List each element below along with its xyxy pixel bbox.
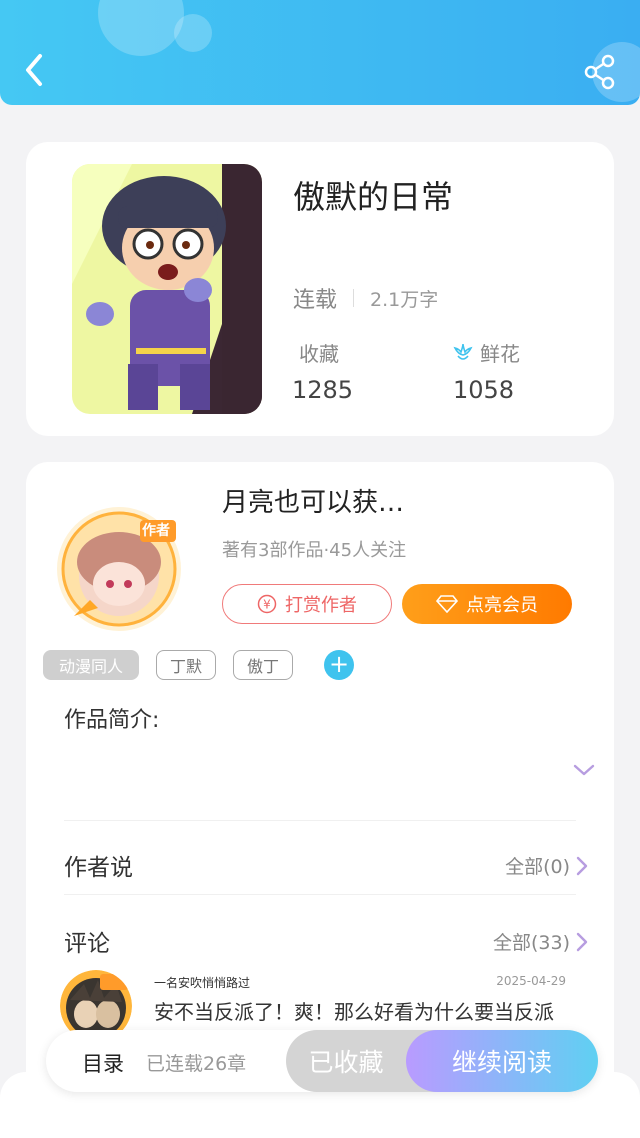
- decor-bubble: [174, 14, 212, 52]
- flowers-count: 1058: [453, 376, 515, 404]
- continue-reading-button[interactable]: 继续阅读: [406, 1030, 598, 1092]
- author-says-link-text: 全部(0): [505, 856, 570, 878]
- comment-date: 2025-04-29: [496, 974, 566, 988]
- chevron-right-icon: [576, 932, 588, 951]
- word-count: 2.1万字: [370, 288, 439, 311]
- author-avatar[interactable]: 作者: [56, 506, 182, 632]
- continue-reading-label: 继续阅读: [451, 1048, 552, 1077]
- comment-text[interactable]: 安不当反派了！爽！那么好看为什么要当反派啊……: [154, 998, 554, 1034]
- header-bar: [0, 0, 640, 105]
- chapter-count: 已连载26章: [146, 1053, 247, 1075]
- flowers-label-text: 鲜花: [480, 342, 520, 366]
- author-stats: 著有3部作品·45人关注: [222, 540, 407, 561]
- diamond-icon: [436, 595, 458, 613]
- author-badge: 作者: [142, 523, 170, 539]
- comment-username[interactable]: 一名安吹悄悄路过: [154, 974, 250, 991]
- vip-label: 点亮会员: [466, 595, 538, 616]
- flowers-label[interactable]: 鲜花: [452, 338, 520, 367]
- chevron-right-icon: [576, 856, 588, 875]
- favorites-label-text: 收藏: [299, 342, 339, 366]
- toc-button[interactable]: 目录: [82, 1048, 124, 1078]
- author-says-title: 作者说: [64, 855, 133, 881]
- book-cover[interactable]: [72, 164, 262, 414]
- tip-author-button[interactable]: ¥ 打赏作者: [222, 584, 392, 624]
- author-detail-card: 作者 月亮也可以获… 著有3部作品·45人关注 ¥ 打赏作者 点亮会员 动漫同人…: [26, 462, 614, 1102]
- meta-divider: [353, 289, 355, 307]
- svg-text:¥: ¥: [263, 598, 271, 612]
- book-info-card: 傲默的日常 连载 2.1万字 收藏 1285 鲜花 1058: [26, 142, 614, 436]
- comments-all-link[interactable]: 全部(33): [493, 928, 588, 955]
- author-name[interactable]: 月亮也可以获…: [222, 482, 404, 519]
- tag-item[interactable]: 动漫同人: [43, 650, 139, 680]
- tag-item[interactable]: 傲丁: [233, 650, 293, 680]
- tag-item[interactable]: 丁默: [156, 650, 216, 680]
- favorites-label: 收藏: [299, 338, 339, 367]
- vip-button[interactable]: 点亮会员: [402, 584, 572, 624]
- yuan-coin-icon: ¥: [257, 594, 277, 614]
- book-cover-image: [72, 164, 262, 414]
- add-tag-button[interactable]: +: [324, 650, 354, 680]
- tip-author-label: 打赏作者: [285, 595, 357, 616]
- chevron-left-icon: [26, 54, 42, 86]
- bottom-action-bar: 目录 已连载26章 已收藏 继续阅读: [46, 1030, 598, 1092]
- book-status: 连载: [293, 288, 338, 313]
- author-says-all-link[interactable]: 全部(0): [505, 852, 588, 879]
- divider: [64, 820, 576, 821]
- collected-label: 已收藏: [308, 1048, 384, 1077]
- back-button[interactable]: [18, 50, 54, 90]
- chevron-down-icon: [573, 764, 595, 776]
- expand-intro-button[interactable]: [572, 762, 596, 778]
- share-button[interactable]: [580, 52, 620, 92]
- flower-icon: [453, 343, 473, 360]
- comments-link-text: 全部(33): [492, 932, 570, 954]
- divider: [64, 894, 576, 895]
- book-title: 傲默的日常: [293, 178, 454, 216]
- intro-label: 作品简介:: [64, 708, 160, 733]
- comments-title: 评论: [64, 931, 110, 957]
- share-icon: [584, 54, 615, 90]
- favorites-count: 1285: [292, 376, 354, 404]
- decor-bubble: [98, 0, 184, 56]
- book-meta: 连载 2.1万字: [293, 282, 438, 314]
